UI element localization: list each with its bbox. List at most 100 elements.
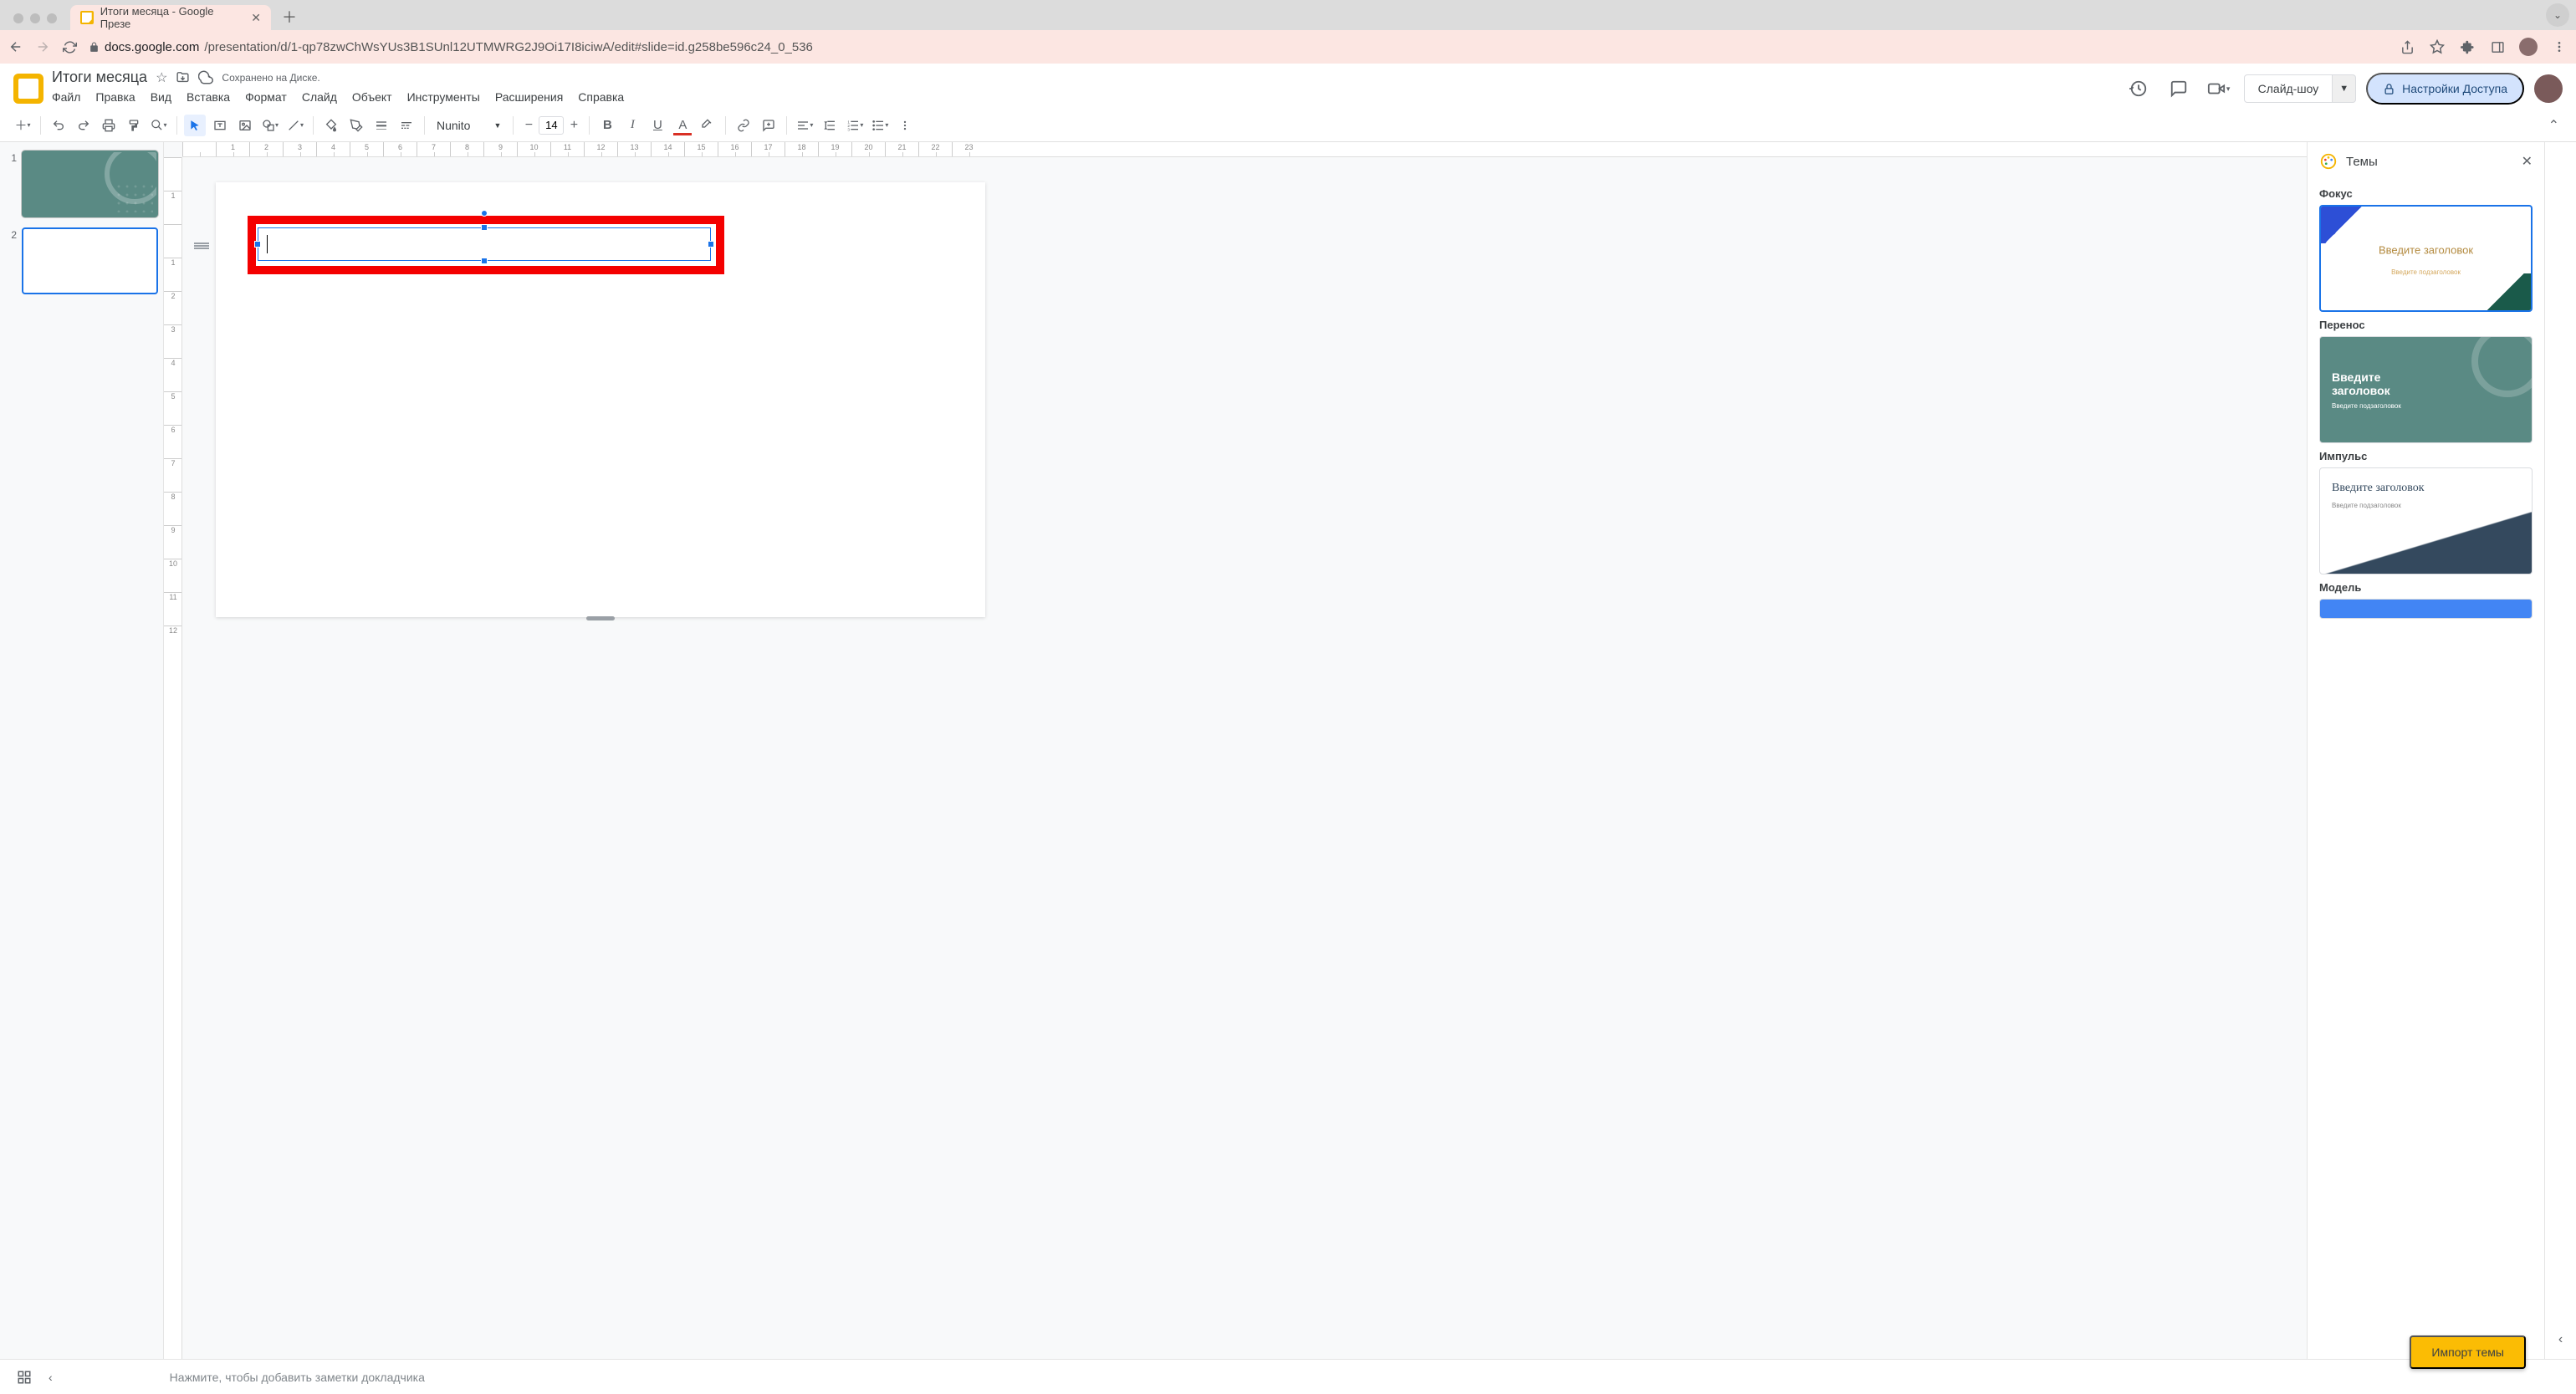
more-tools-button[interactable] (894, 115, 916, 136)
border-weight-button[interactable] (371, 115, 392, 136)
slideshow-button[interactable]: Слайд-шоу (2244, 74, 2333, 103)
share-button[interactable]: Настройки Доступа (2366, 73, 2524, 105)
move-folder-icon[interactable] (176, 70, 190, 84)
zoom-button[interactable]: ▾ (148, 115, 170, 136)
horizontal-ruler: 1234567891011121314151617181920212223 (182, 142, 2307, 157)
tab-close-icon[interactable]: ✕ (251, 11, 261, 25)
menu-object[interactable]: Объект (352, 90, 392, 104)
grid-view-icon[interactable] (17, 1370, 32, 1385)
resize-handle-right[interactable] (708, 241, 714, 248)
resize-handle-top[interactable] (481, 224, 488, 231)
font-size-decrease[interactable]: − (520, 118, 537, 133)
sidepanel-icon[interactable] (2489, 38, 2506, 55)
slideshow-dropdown[interactable]: ▼ (2333, 74, 2356, 103)
menu-tools[interactable]: Инструменты (407, 90, 480, 104)
select-tool[interactable] (184, 115, 206, 136)
menu-extensions[interactable]: Расширения (495, 90, 563, 104)
slide-area[interactable] (182, 157, 2307, 1359)
rotate-handle[interactable] (481, 210, 488, 217)
font-size-input[interactable] (539, 116, 564, 135)
cloud-saved-icon[interactable] (198, 70, 213, 85)
resize-handle-left[interactable] (254, 241, 261, 248)
textbox-drag-handle-icon[interactable] (194, 243, 209, 249)
doc-title[interactable]: Итоги месяца (52, 69, 147, 86)
paint-format-button[interactable] (123, 115, 145, 136)
resize-handle-bottom[interactable] (481, 258, 488, 264)
panel-close-button[interactable]: ✕ (2522, 153, 2533, 170)
thumbnail-2[interactable]: 2 (5, 227, 158, 294)
italic-button[interactable]: I (621, 115, 643, 136)
new-tab-button[interactable]: ＋ (278, 5, 301, 28)
text-color-button[interactable]: A (672, 115, 693, 136)
print-button[interactable] (98, 115, 120, 136)
font-select[interactable]: Nunito▼ (432, 119, 506, 132)
new-slide-button[interactable]: ＋▾ (12, 115, 33, 136)
menu-format[interactable]: Формат (245, 90, 287, 104)
font-size-increase[interactable]: + (565, 118, 582, 133)
meet-icon[interactable]: ▾ (2204, 74, 2234, 104)
textbox-tool[interactable] (209, 115, 231, 136)
tabs-collapse-icon[interactable]: ⌄ (2546, 3, 2569, 27)
toolbar-collapse-button[interactable]: ⌃ (2543, 117, 2564, 134)
font-size-control: − + (520, 116, 582, 135)
forward-button[interactable] (35, 39, 50, 54)
url-field[interactable]: docs.google.com/presentation/d/1-qp78zwC… (89, 40, 2387, 54)
account-avatar-icon[interactable] (2534, 74, 2563, 103)
insert-comment-button[interactable] (758, 115, 779, 136)
speaker-notes-placeholder[interactable]: Нажмите, чтобы добавить заметки докладчи… (170, 1371, 425, 1384)
slide-resize-handle[interactable] (586, 616, 615, 620)
menu-view[interactable]: Вид (151, 90, 171, 104)
window-min-icon[interactable] (30, 13, 40, 23)
line-spacing-button[interactable] (819, 115, 841, 136)
menu-help[interactable]: Справка (578, 90, 624, 104)
browser-tab[interactable]: Итоги месяца - Google Презе ✕ (70, 5, 271, 30)
selected-textbox[interactable] (258, 227, 711, 261)
theme-card-focus[interactable]: Введите заголовок Введите подзаголовок (2319, 205, 2533, 312)
text-cursor (267, 235, 268, 253)
thumbnail-1[interactable]: 1 (5, 151, 158, 217)
main-content: 1 2 123456789101112131415161718192021222… (0, 142, 2576, 1359)
theme-label-impulse: Импульс (2319, 450, 2533, 462)
thumbnail-preview-1[interactable] (22, 151, 158, 217)
window-max-icon[interactable] (47, 13, 57, 23)
menu-insert[interactable]: Вставка (187, 90, 230, 104)
align-button[interactable]: ▾ (794, 115, 815, 136)
star-icon[interactable]: ☆ (156, 69, 167, 86)
highlight-color-button[interactable] (697, 115, 718, 136)
redo-button[interactable] (73, 115, 95, 136)
share-page-icon[interactable] (2399, 38, 2415, 55)
comments-icon[interactable] (2164, 74, 2194, 104)
slide[interactable] (216, 182, 985, 617)
fill-color-button[interactable] (320, 115, 342, 136)
insert-link-button[interactable] (733, 115, 754, 136)
shape-tool[interactable]: ▾ (259, 115, 281, 136)
theme-card-perenos[interactable]: Введите заголовок Введите подзаголовок (2319, 336, 2533, 443)
history-icon[interactable] (2124, 74, 2154, 104)
image-tool[interactable] (234, 115, 256, 136)
profile-avatar-icon[interactable] (2519, 38, 2538, 56)
menu-slide[interactable]: Слайд (302, 90, 337, 104)
menu-edit[interactable]: Правка (95, 90, 135, 104)
undo-button[interactable] (48, 115, 69, 136)
filmstrip-collapse-icon[interactable]: ‹ (49, 1371, 53, 1384)
theme-card-model[interactable] (2319, 599, 2533, 619)
bulleted-list-button[interactable]: ▾ (869, 115, 891, 136)
menu-file[interactable]: Файл (52, 90, 80, 104)
side-rail-expand-icon[interactable]: ‹ (2558, 1332, 2563, 1347)
border-dash-button[interactable] (396, 115, 417, 136)
underline-button[interactable]: U (647, 115, 668, 136)
back-button[interactable] (8, 39, 23, 54)
reload-button[interactable] (62, 39, 77, 54)
border-color-button[interactable] (345, 115, 367, 136)
bold-button[interactable]: B (596, 115, 618, 136)
window-close-icon[interactable] (13, 13, 23, 23)
line-tool[interactable]: ▾ (284, 115, 306, 136)
thumbnail-preview-2[interactable] (22, 227, 158, 294)
extensions-icon[interactable] (2459, 38, 2476, 55)
import-theme-button[interactable]: Импорт темы (2410, 1335, 2526, 1369)
theme-card-impulse[interactable]: Введите заголовок Введите подзаголовок (2319, 467, 2533, 574)
numbered-list-button[interactable]: 123▾ (844, 115, 866, 136)
bookmark-icon[interactable] (2429, 38, 2446, 55)
browser-menu-icon[interactable] (2551, 38, 2568, 55)
slides-logo-icon[interactable] (13, 74, 43, 104)
